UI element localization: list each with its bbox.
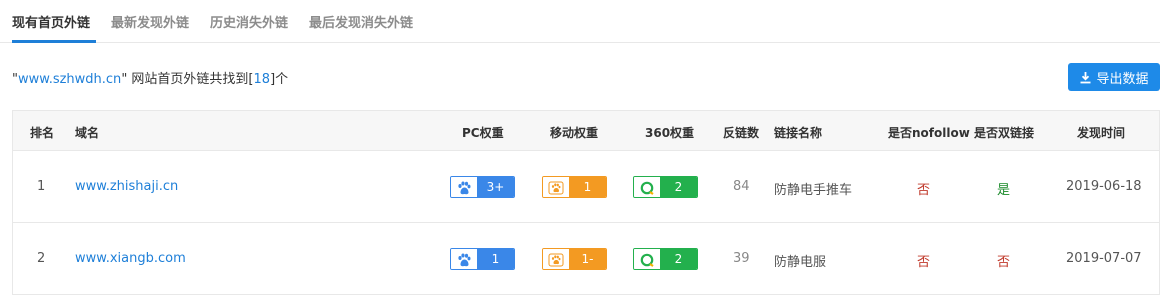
table-row: 2 www.xiangb.com 1 1- 2 39 防静电服 否 否 2019… <box>13 223 1159 295</box>
baidu-paw-icon <box>451 177 477 197</box>
pc-weight-value: 1 <box>477 249 514 269</box>
360-weight-value: 2 <box>660 177 697 197</box>
backlink-panel: 现有首页外链 最新发现外链 历史消失外链 最后发现消失外链 "www.szhwd… <box>0 0 1168 308</box>
export-data-button[interactable]: 导出数据 <box>1068 63 1160 91</box>
export-data-label: 导出数据 <box>1096 71 1149 87</box>
rank-cell: 1 <box>37 179 46 194</box>
double-link-value: 否 <box>997 255 1011 270</box>
tab-history-lost-links[interactable]: 历史消失外链 <box>210 12 288 31</box>
360-logo-icon <box>634 177 660 197</box>
summary-end-text: ]个 <box>270 72 289 87</box>
summary-text: "www.szhwdh.cn" 网站首页外链共找到[18]个 <box>12 68 288 87</box>
tab-last-found-lost-links[interactable]: 最后发现消失外链 <box>309 12 413 31</box>
360-weight-value: 2 <box>660 249 697 269</box>
summary-site-link[interactable]: www.szhwdh.cn <box>18 72 121 87</box>
nofollow-value: 否 <box>917 255 931 270</box>
pc-weight-value: 3+ <box>477 177 514 197</box>
header-rank[interactable]: 排名 <box>30 124 54 141</box>
backlink-count: 84 <box>733 179 750 194</box>
rank-cell: 2 <box>37 251 46 266</box>
mobile-paw-icon <box>543 177 569 197</box>
found-time: 2019-06-18 <box>1066 179 1142 194</box>
double-link-value: 是 <box>997 183 1011 198</box>
header-nofollow[interactable]: 是否nofollow <box>888 124 970 141</box>
mobile-weight-value: 1 <box>569 177 606 197</box>
table-header: 排名 域名 PC权重 移动权重 360权重 反链数 链接名称 是否nofollo… <box>13 111 1159 151</box>
backlinks-table: 排名 域名 PC权重 移动权重 360权重 反链数 链接名称 是否nofollo… <box>12 110 1160 295</box>
header-360-weight[interactable]: 360权重 <box>645 124 694 141</box>
active-tab-indicator <box>12 40 96 43</box>
backlink-count: 39 <box>733 251 750 266</box>
mobile-paw-icon <box>543 249 569 269</box>
header-mobile-weight[interactable]: 移动权重 <box>550 124 598 141</box>
domain-link[interactable]: www.xiangb.com <box>75 251 186 266</box>
pc-weight-badge[interactable]: 3+ <box>450 176 515 198</box>
header-pc-weight[interactable]: PC权重 <box>462 124 504 141</box>
tab-newly-found-links[interactable]: 最新发现外链 <box>111 12 189 31</box>
tab-current-homepage-links[interactable]: 现有首页外链 <box>12 12 90 31</box>
found-time: 2019-07-07 <box>1066 251 1142 266</box>
summary-count: 18 <box>253 72 271 87</box>
tab-bar: 现有首页外链 最新发现外链 历史消失外链 最后发现消失外链 <box>0 0 1160 43</box>
domain-link[interactable]: www.zhishaji.cn <box>75 179 178 194</box>
mobile-weight-badge[interactable]: 1- <box>542 248 607 270</box>
link-name: 防静电手推车 <box>774 183 853 198</box>
baidu-paw-icon <box>451 249 477 269</box>
header-domain[interactable]: 域名 <box>75 124 99 141</box>
header-double-link[interactable]: 是否双链接 <box>974 124 1034 141</box>
360-weight-badge[interactable]: 2 <box>633 248 698 270</box>
header-backlinks[interactable]: 反链数 <box>723 124 759 141</box>
summary-middle-text: 网站首页外链共找到[ <box>127 72 254 87</box>
header-found-time[interactable]: 发现时间 <box>1077 124 1125 141</box>
link-name: 防静电服 <box>774 255 827 270</box>
360-weight-badge[interactable]: 2 <box>633 176 698 198</box>
360-logo-icon <box>634 249 660 269</box>
header-link-name[interactable]: 链接名称 <box>774 124 822 141</box>
table-row: 1 www.zhishaji.cn 3+ 1 2 84 防静电手推车 否 是 2… <box>13 151 1159 223</box>
pc-weight-badge[interactable]: 1 <box>450 248 515 270</box>
mobile-weight-value: 1- <box>569 249 606 269</box>
download-icon <box>1080 71 1091 83</box>
nofollow-value: 否 <box>917 183 931 198</box>
mobile-weight-badge[interactable]: 1 <box>542 176 607 198</box>
